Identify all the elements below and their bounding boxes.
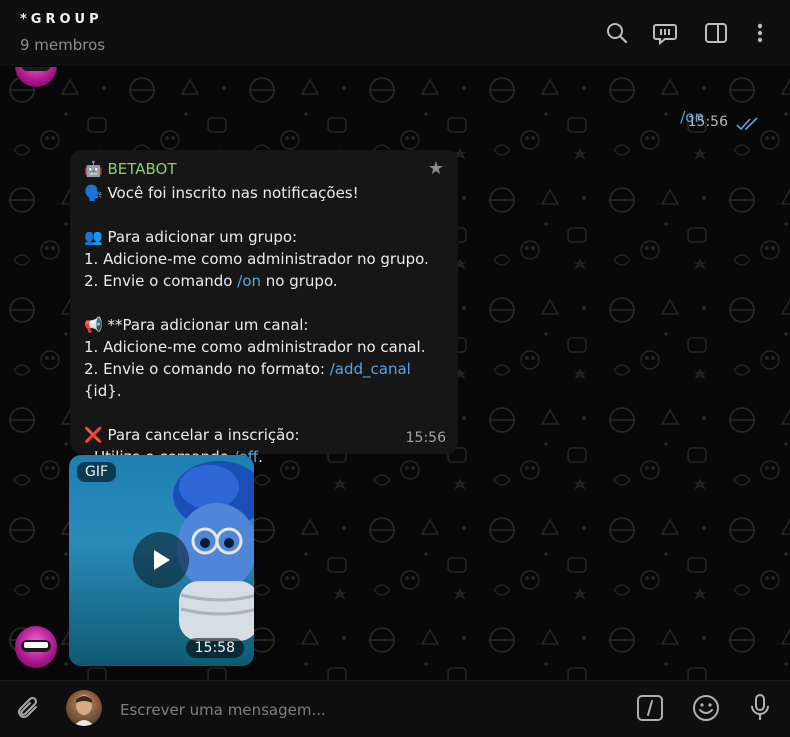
bot-message-bubble[interactable]: 🤖 BETABOT ★ 🗣️ Você foi inscrito nas not… — [70, 150, 458, 466]
attach-icon[interactable] — [16, 695, 42, 727]
gif-time: 15:58 — [185, 638, 244, 658]
group-step-1: 1. Adicione-me como administrador no gru… — [84, 250, 429, 268]
on-command-link[interactable]: /on — [237, 272, 261, 290]
user-avatar[interactable] — [66, 690, 102, 726]
chat-header: *GROUP 9 membros — [0, 0, 790, 67]
bot-avatar[interactable] — [15, 626, 57, 668]
outgoing-message-time: 15:56 — [687, 114, 728, 130]
member-count[interactable]: 9 membros — [20, 36, 105, 54]
message-time: 15:56 — [405, 430, 446, 446]
group-step-2: 2. Envie o comando /on no grupo. — [84, 272, 338, 290]
gif-message[interactable]: GIF 15:58 — [69, 455, 254, 666]
message-input[interactable] — [118, 697, 622, 723]
commands-icon[interactable] — [636, 694, 664, 726]
message-body: 🗣️ Você foi inscrito nas notificações! 👥… — [84, 182, 449, 468]
channel-heading: 📢 **Para adicionar um canal: — [84, 316, 309, 334]
gif-label: GIF — [77, 462, 117, 482]
sidebar-toggle-icon[interactable] — [703, 20, 729, 46]
message-sender[interactable]: 🤖 BETABOT — [84, 160, 177, 178]
search-icon[interactable] — [604, 20, 630, 46]
play-icon[interactable] — [133, 532, 189, 588]
message-line: 🗣️ Você foi inscrito nas notificações! — [84, 184, 359, 202]
microphone-icon[interactable] — [748, 693, 772, 727]
channel-step-1: 1. Adicione-me como administrador no can… — [84, 338, 426, 356]
double-check-icon — [736, 116, 762, 135]
more-vertical-icon[interactable] — [747, 20, 773, 46]
chat-title[interactable]: *GROUP — [20, 12, 103, 27]
emoji-icon[interactable] — [692, 694, 720, 726]
group-heading: 👥 Para adicionar um grupo: — [84, 228, 298, 246]
message-composer — [0, 680, 790, 737]
add-canal-command-link[interactable]: /add_canal — [330, 360, 411, 378]
message-input-wrap — [118, 697, 622, 723]
sender-name[interactable]: BETABOT — [107, 160, 176, 178]
message-list[interactable]: /on 15:56 🤖 BETABOT ★ 🗣️ Você foi inscri… — [0, 66, 790, 680]
robot-emoji: 🤖 — [84, 160, 103, 178]
cancel-heading: ❌ Para cancelar a inscrição: — [84, 426, 300, 444]
topics-icon[interactable] — [652, 20, 678, 46]
star-icon: ★ — [427, 158, 444, 179]
channel-step-2: 2. Envie o comando no formato: /add_cana… — [84, 360, 416, 400]
